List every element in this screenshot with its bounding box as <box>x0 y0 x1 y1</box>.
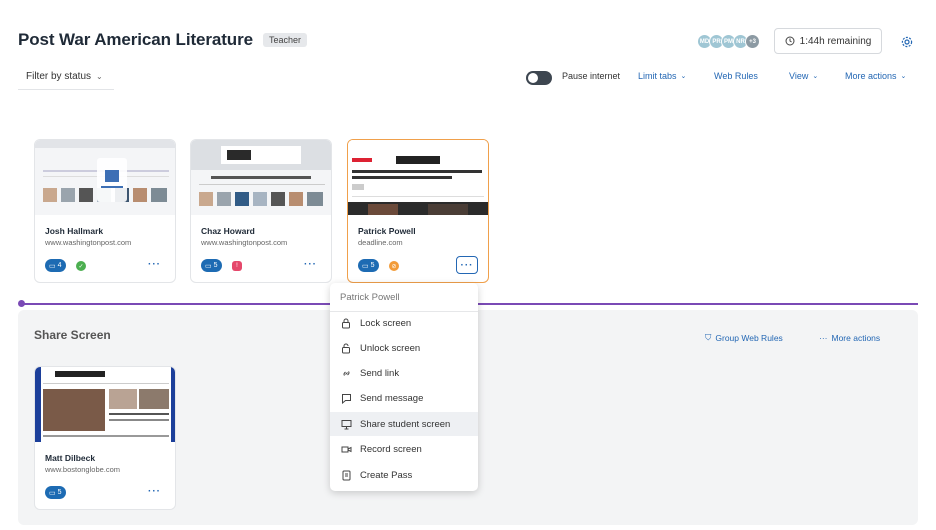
screen-thumbnail[interactable] <box>35 367 175 442</box>
menu-item-create-pass[interactable]: Create Pass <box>330 463 478 487</box>
time-remaining-button[interactable]: 1:44h remaining <box>774 28 882 54</box>
alert-icon: ! <box>232 261 242 271</box>
menu-item-share-student-screen[interactable]: Share student screen <box>330 412 478 436</box>
gear-icon <box>901 36 913 48</box>
tab-count: 4 <box>57 262 62 269</box>
monitor-icon <box>340 418 352 430</box>
student-name: Patrick Powell <box>358 226 416 236</box>
group-web-rules-button[interactable]: ⛉ Group Web Rules <box>705 332 783 343</box>
menu-item-unlock-screen[interactable]: Unlock screen <box>330 336 478 360</box>
chevron-down-icon: ⌄ <box>96 72 103 81</box>
video-icon <box>340 443 352 455</box>
student-name: Matt Dilbeck <box>45 453 96 463</box>
student-more-button[interactable]: ··· <box>304 259 317 270</box>
student-card[interactable]: Josh Hallmark www.washingtonpost.com ▭ 4 … <box>34 139 176 283</box>
link-icon <box>340 367 352 379</box>
screen-thumbnail[interactable] <box>35 140 175 215</box>
menu-header: Patrick Powell <box>340 292 400 303</box>
student-name: Chaz Howard <box>201 226 255 236</box>
shield-icon: ⛉ <box>705 332 712 342</box>
more-icon: ··· <box>819 333 828 343</box>
avatar-more[interactable]: +3 <box>745 34 760 49</box>
menu-item-lock-screen[interactable]: Lock screen <box>330 311 478 335</box>
limit-tabs-label: Limit tabs <box>638 71 677 81</box>
avatar-group[interactable]: MD PR PM NR +3 <box>697 34 760 49</box>
filter-by-status-dropdown[interactable]: Filter by status ⌄ <box>18 64 114 90</box>
chevron-down-icon: ⌄ <box>900 73 907 80</box>
pause-internet-label: Pause internet <box>562 71 621 81</box>
pause-internet-toggle[interactable] <box>526 71 552 85</box>
web-rules-button[interactable]: Web Rules <box>714 71 758 81</box>
tabs-icon: ▭ <box>205 262 212 270</box>
lock-icon <box>340 317 352 329</box>
limit-tabs-dropdown[interactable]: Limit tabs ⌄ <box>638 71 686 81</box>
student-url: www.washingtonpost.com <box>201 238 288 247</box>
student-actions-menu: Patrick Powell Lock screen Unlock screen… <box>330 283 478 491</box>
group-more-actions-label: More actions <box>831 333 881 343</box>
menu-item-label: Send link <box>360 367 400 379</box>
share-screen-title: Share Screen <box>34 328 111 342</box>
student-card-selected[interactable]: Patrick Powell deadline.com ▭ 5 ⊘ ··· <box>347 139 489 283</box>
menu-item-label: Lock screen <box>360 317 412 329</box>
tab-count-badge[interactable]: ▭ 5 <box>358 259 379 272</box>
view-label: View <box>789 71 809 81</box>
screen-thumbnail[interactable] <box>191 140 331 215</box>
filter-label: Filter by status <box>26 71 92 82</box>
menu-item-label: Unlock screen <box>360 342 421 354</box>
divider-handle <box>18 300 25 307</box>
message-icon <box>340 392 352 404</box>
timer-label: 1:44h remaining <box>799 35 872 47</box>
tab-count-badge[interactable]: ▭ 4 <box>45 259 66 272</box>
student-more-button[interactable]: ··· <box>148 486 161 497</box>
tab-count-badge[interactable]: ▭ 5 <box>45 486 66 499</box>
student-url: deadline.com <box>358 238 403 247</box>
screen-thumbnail[interactable] <box>348 140 488 215</box>
page-title: Post War American Literature <box>18 30 253 49</box>
tabs-icon: ▭ <box>49 262 56 270</box>
chevron-down-icon: ⌄ <box>680 73 687 80</box>
more-actions-label: More actions <box>845 71 897 81</box>
group-web-rules-label: Group Web Rules <box>715 332 783 343</box>
menu-item-send-link[interactable]: Send link <box>330 361 478 385</box>
group-more-actions-button[interactable]: ··· More actions <box>819 333 880 343</box>
tab-count: 5 <box>370 262 375 269</box>
student-url: www.bostonglobe.com <box>45 465 121 474</box>
chevron-down-icon: ⌄ <box>812 73 819 80</box>
student-more-button[interactable]: ··· <box>148 259 161 270</box>
tab-count: 5 <box>57 489 62 496</box>
student-more-button[interactable]: ··· <box>456 256 478 274</box>
view-dropdown[interactable]: View ⌄ <box>789 71 818 81</box>
blocked-icon: ⊘ <box>389 261 399 271</box>
menu-item-record-screen[interactable]: Record screen <box>330 437 478 461</box>
menu-item-label: Create Pass <box>360 469 413 481</box>
tabs-icon: ▭ <box>49 489 56 497</box>
role-badge: Teacher <box>262 33 307 47</box>
settings-button[interactable] <box>901 35 913 53</box>
menu-item-label: Send message <box>360 392 424 404</box>
student-card[interactable]: Matt Dilbeck www.bostonglobe.com ▭ 5 ··· <box>34 366 176 510</box>
page-header: Post War American Literature Teacher <box>18 30 307 50</box>
student-url: www.washingtonpost.com <box>45 238 132 247</box>
check-icon: ✓ <box>76 261 86 271</box>
more-actions-dropdown[interactable]: More actions ⌄ <box>845 71 906 81</box>
student-card[interactable]: Chaz Howard www.washingtonpost.com ▭ 5 ! … <box>190 139 332 283</box>
clock-icon <box>785 36 795 46</box>
tab-count-badge[interactable]: ▭ 5 <box>201 259 222 272</box>
student-name: Josh Hallmark <box>45 226 104 236</box>
pass-icon <box>340 469 352 481</box>
menu-item-label: Record screen <box>360 443 422 455</box>
tab-count: 5 <box>213 262 218 269</box>
tabs-icon: ▭ <box>362 262 369 270</box>
menu-item-send-message[interactable]: Send message <box>330 386 478 410</box>
unlock-icon <box>340 342 352 354</box>
menu-item-label: Share student screen <box>360 418 451 430</box>
